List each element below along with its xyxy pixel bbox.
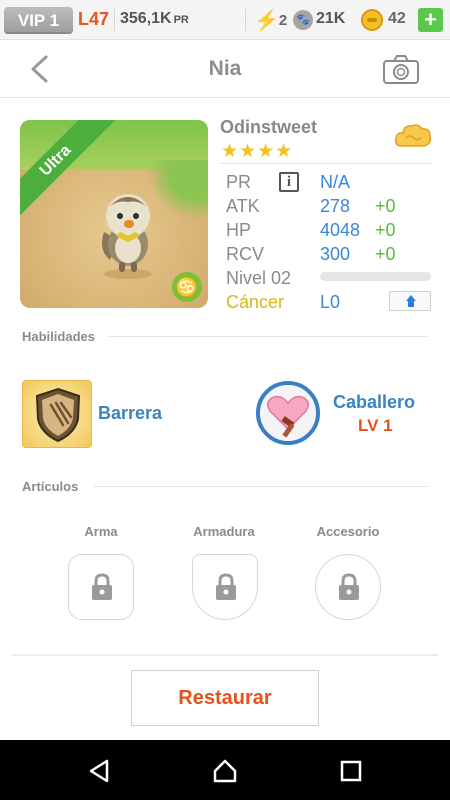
power-rating: 356,1K PR (120, 10, 189, 28)
stat-label-hp: HP (226, 220, 252, 240)
zodiac-cancer-icon: ♋ (172, 272, 202, 302)
page-header: Nia (0, 40, 450, 98)
status-bar: VIP 1 L47 356,1K PR ⚡2 🐾 21K 42 + (0, 0, 450, 40)
pr-value: N/A (320, 172, 351, 192)
character-name: Odinstweet (220, 117, 318, 137)
power-rating-suffix: PR (173, 14, 189, 26)
lock-icon (216, 573, 236, 600)
divider (220, 163, 432, 164)
lock-icon (339, 573, 359, 600)
slot-label-weapon: Arma (84, 524, 118, 539)
camera-icon[interactable] (382, 53, 420, 85)
weapon-slot[interactable] (68, 554, 134, 620)
add-coins-button[interactable]: + (418, 8, 443, 32)
player-level: L47 (78, 9, 110, 29)
back-nav-icon[interactable] (87, 758, 113, 784)
lightning-icon: ⚡ (254, 10, 279, 32)
recent-apps-icon[interactable] (338, 758, 364, 784)
stat-value-hp: 4048 (320, 220, 361, 240)
star-rating: ★★★★ (221, 141, 294, 162)
cloud-icon[interactable] (394, 122, 432, 150)
stat-label-rcv: RCV (226, 244, 265, 264)
divider (108, 336, 428, 337)
energy-value: 2 (278, 12, 288, 29)
navigation-bar (0, 740, 450, 800)
vip-badge[interactable]: VIP 1 (4, 7, 73, 34)
info-icon[interactable]: i (279, 172, 299, 192)
paw-icon: 🐾 (293, 10, 313, 30)
restore-button[interactable]: Restaurar (131, 670, 319, 726)
slot-label-armor: Armadura (193, 524, 255, 539)
slot-label-accessory: Accesorio (316, 524, 380, 539)
knight-skill-icon[interactable] (256, 381, 320, 445)
divider (114, 9, 115, 31)
accessory-slot[interactable] (315, 554, 381, 620)
stat-value-atk: 278 (320, 196, 351, 216)
divider (245, 9, 246, 31)
shield-icon (35, 387, 81, 443)
power-rating-value: 356,1K (120, 10, 172, 27)
divider (94, 486, 428, 487)
rank-value: L0 (320, 292, 341, 312)
paw-counter: 21K (316, 10, 346, 27)
armor-slot[interactable] (192, 554, 258, 620)
character-portrait[interactable]: Ultra ♋ (20, 120, 208, 308)
heart-icon (260, 385, 316, 441)
level-label: Nivel 02 (226, 268, 292, 288)
experience-bar (320, 272, 431, 281)
skill-name-barrier[interactable]: Barrera (98, 403, 162, 424)
stat-bonus-hp: +0 (375, 220, 396, 240)
barrier-skill-icon[interactable] (22, 380, 92, 448)
stat-bonus-atk: +0 (375, 196, 396, 216)
stat-bonus-rcv: +0 (375, 244, 396, 264)
energy-counter: ⚡2 (254, 8, 287, 33)
home-nav-icon[interactable] (212, 758, 238, 784)
section-title-items: Artículos (22, 479, 79, 494)
section-title-skills: Habilidades (22, 329, 95, 344)
pr-label: PR (226, 172, 252, 192)
skill-level-knight: LV 1 (358, 416, 393, 435)
upgrade-arrow-button[interactable] (389, 291, 431, 311)
lock-icon (92, 573, 112, 600)
stat-label-atk: ATK (226, 196, 260, 216)
skill-name-knight[interactable]: Caballero (333, 392, 415, 413)
coin-counter: 42 (388, 10, 406, 27)
divider (12, 654, 438, 656)
creature-image (102, 188, 152, 279)
coin-icon (361, 9, 383, 31)
zodiac-sign: Cáncer (226, 292, 285, 312)
stat-value-rcv: 300 (320, 244, 351, 264)
